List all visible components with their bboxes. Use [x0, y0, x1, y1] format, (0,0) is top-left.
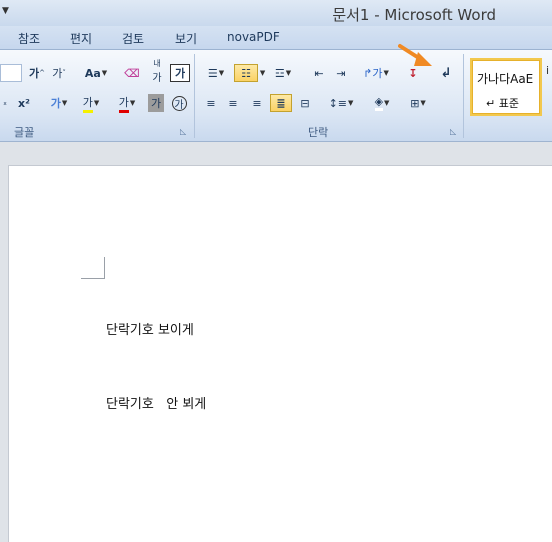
style-name: ↵ 표준 [486, 97, 519, 110]
style-sample-text: 가나다AaE [477, 72, 534, 86]
grow-font-button[interactable]: 가 ^ [28, 64, 46, 82]
line-spacing-button[interactable]: ↕≡ ▼ [328, 94, 354, 112]
borders-button[interactable]: ⊞ ▼ [404, 94, 432, 112]
increase-indent-button[interactable]: ⇥ [332, 64, 350, 82]
text-effect-icon: 가 [50, 97, 61, 110]
subscript-icon: ₓ [3, 98, 7, 108]
increase-indent-icon: ⇥ [336, 66, 346, 80]
show-hide-paragraph-marks-button[interactable]: ↲ [436, 64, 456, 82]
highlight-icon: 가 [82, 94, 93, 113]
multilevel-list-icon: ☲ [274, 66, 285, 80]
font-group-label: 글꼴 [14, 126, 35, 139]
character-border-icon: 가 [174, 67, 186, 80]
text-direction-button[interactable]: ↱가 ▼ [362, 64, 390, 82]
window-title: 문서1 - Microsoft Word [332, 6, 496, 24]
numbering-dropdown[interactable]: ▼ [258, 64, 266, 82]
superscript-button[interactable]: x² [14, 94, 34, 112]
border-grid-icon: ⊞ [410, 96, 420, 110]
multilevel-list-button[interactable]: ☲ ▼ [270, 64, 296, 82]
tab-view[interactable]: 보기 [175, 30, 197, 47]
font-color-button[interactable]: 가 ▼ [112, 94, 142, 113]
bullet-list-icon: ☰ [207, 66, 218, 80]
clear-format-button[interactable]: ⌫ [122, 64, 142, 82]
paragraph-group-label: 단락 [308, 126, 329, 139]
paint-bucket-icon: ◈ [374, 95, 384, 111]
align-left-icon: ≡ [206, 96, 216, 110]
tab-novapdf[interactable]: novaPDF [227, 30, 280, 44]
ribbon-tabs: 참조 편지 검토 보기 novaPDF [0, 26, 552, 50]
numbering-button[interactable]: ☷ [234, 64, 258, 82]
style-normal[interactable]: 가나다AaE ↵ 표준 [470, 58, 542, 116]
align-center-button[interactable]: ≡ [224, 94, 242, 112]
shrink-font-icon: 가 [52, 67, 63, 80]
font-size-box[interactable] [0, 64, 22, 82]
grow-font-icon: 가 [29, 67, 40, 80]
align-left-button[interactable]: ≡ [202, 94, 220, 112]
title-bar: ▼ 문서1 - Microsoft Word [0, 0, 552, 26]
superscript-icon: x² [18, 96, 30, 110]
justify-icon: ≣ [276, 96, 286, 110]
shading-button[interactable]: ◈ ▼ [368, 94, 396, 112]
line-spacing-icon: ↕≡ [328, 96, 348, 110]
highlight-button[interactable]: 가 ▼ [76, 94, 106, 113]
text-effect-button[interactable]: 가 ▼ [46, 94, 72, 112]
margin-corner-mark [81, 257, 105, 279]
group-separator [463, 54, 464, 138]
quick-access-dropdown-icon[interactable]: ▼ [2, 6, 9, 16]
group-separator [194, 54, 195, 138]
enclose-characters-button[interactable]: 가 [170, 94, 188, 112]
eraser-icon: ⌫ [124, 66, 140, 80]
subscript-button[interactable]: ₓ [0, 94, 10, 112]
tab-references[interactable]: 참조 [18, 30, 40, 47]
document-line[interactable]: 단락기호 보이게 [106, 319, 194, 338]
annotation-arrow-icon [398, 44, 432, 66]
text-direction-icon: ↱가 [363, 67, 383, 80]
bullets-button[interactable]: ☰ ▼ [202, 64, 230, 82]
numbered-list-icon: ☷ [241, 66, 251, 80]
enclose-characters-icon: 가 [171, 95, 187, 111]
change-case-icon: Aa [84, 66, 101, 80]
character-shading-icon: 가 [150, 97, 162, 110]
next-style-edge[interactable]: ⅰ [546, 64, 549, 77]
decrease-indent-icon: ⇤ [314, 66, 324, 80]
distributed-button[interactable]: ⊟ [296, 94, 314, 112]
tab-mailings[interactable]: 편지 [70, 30, 92, 47]
paragraph-dialog-launcher-icon[interactable]: ◺ [450, 127, 456, 136]
font-color-icon: 가 [118, 94, 129, 113]
tab-review[interactable]: 검토 [122, 30, 144, 47]
change-case-button[interactable]: Aa ▼ [82, 64, 110, 82]
distributed-align-icon: ⊟ [300, 96, 310, 110]
phonetic-guide-button[interactable]: 내 가 [146, 59, 168, 84]
justify-button[interactable]: ≣ [270, 94, 292, 112]
document-line[interactable]: 단락기호 안 뵈게 [106, 393, 206, 412]
document-page[interactable] [8, 165, 552, 542]
align-center-icon: ≡ [228, 96, 238, 110]
shrink-font-button[interactable]: 가 ˅ [50, 64, 68, 82]
character-border-button[interactable]: 가 [170, 64, 190, 82]
character-shading-button[interactable]: 가 [148, 94, 164, 112]
align-right-button[interactable]: ≡ [248, 94, 266, 112]
paragraph-mark-icon: ↲ [440, 65, 452, 81]
decrease-indent-button[interactable]: ⇤ [310, 64, 328, 82]
align-right-icon: ≡ [252, 96, 262, 110]
phonetic-guide-icon: 내 [153, 59, 161, 68]
font-dialog-launcher-icon[interactable]: ◺ [180, 127, 186, 136]
